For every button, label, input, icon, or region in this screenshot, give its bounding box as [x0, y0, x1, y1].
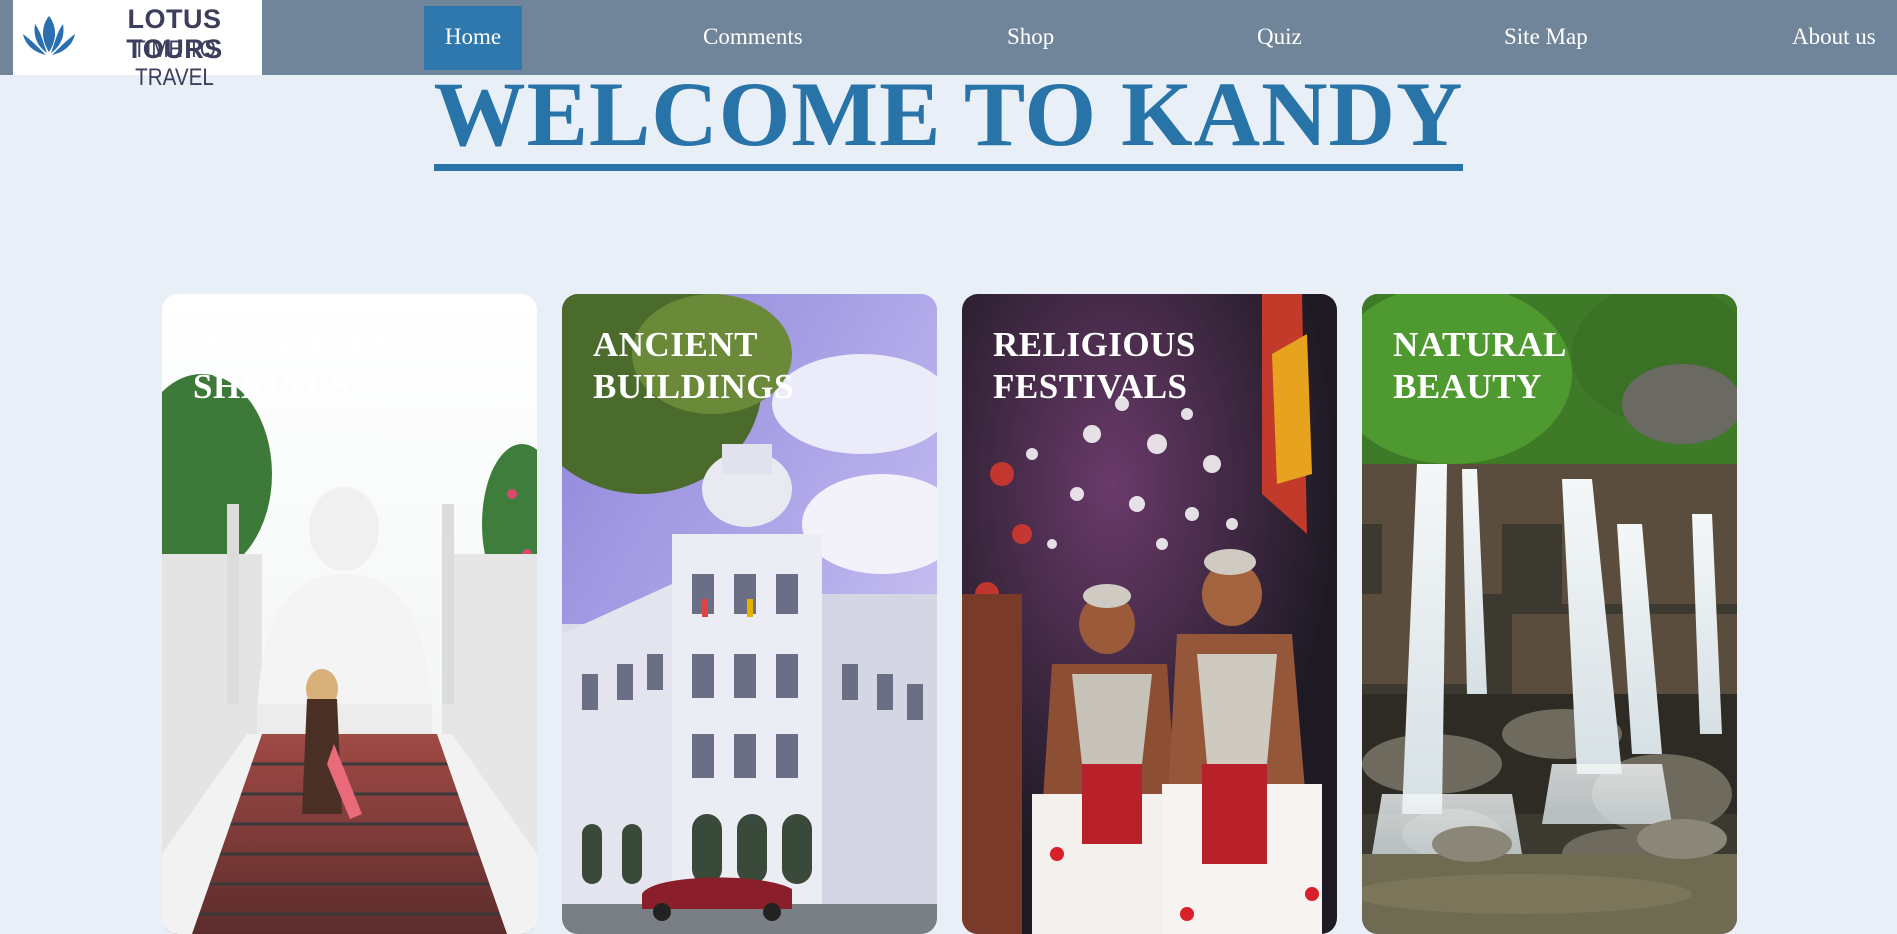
card-label-line2: SHRINES	[193, 367, 351, 406]
card-label-line1: NATURAL	[1393, 325, 1567, 364]
card-label-line1: ANCIENT	[593, 325, 758, 364]
lotus-icon	[23, 16, 75, 55]
nav-home[interactable]: Home	[424, 6, 522, 70]
page-title-text: WELCOME TO KANDY	[433, 68, 1464, 171]
card-label: ANCIENT BUILDINGS	[593, 324, 923, 408]
card-label: NATURAL BEAUTY	[1393, 324, 1723, 408]
card-label: RELIGIOUS SHRINES	[193, 324, 523, 408]
card-religious-festivals[interactable]: RELIGIOUS FESTIVALS	[962, 294, 1337, 934]
card-natural-beauty[interactable]: NATURAL BEAUTY	[1362, 294, 1737, 934]
card-label: RELIGIOUS FESTIVALS	[993, 324, 1323, 408]
card-ancient-buildings[interactable]: ANCIENT BUILDINGS	[562, 294, 937, 934]
card-label-line1: RELIGIOUS	[193, 325, 396, 364]
card-religious-shrines[interactable]: RELIGIOUS SHRINES	[162, 294, 537, 934]
card-label-line2: BUILDINGS	[593, 367, 794, 406]
page-title: WELCOME TO KANDY	[0, 64, 1897, 171]
card-label-line2: FESTIVALS	[993, 367, 1188, 406]
card-label-line2: BEAUTY	[1393, 367, 1542, 406]
card-label-line1: RELIGIOUS	[993, 325, 1196, 364]
